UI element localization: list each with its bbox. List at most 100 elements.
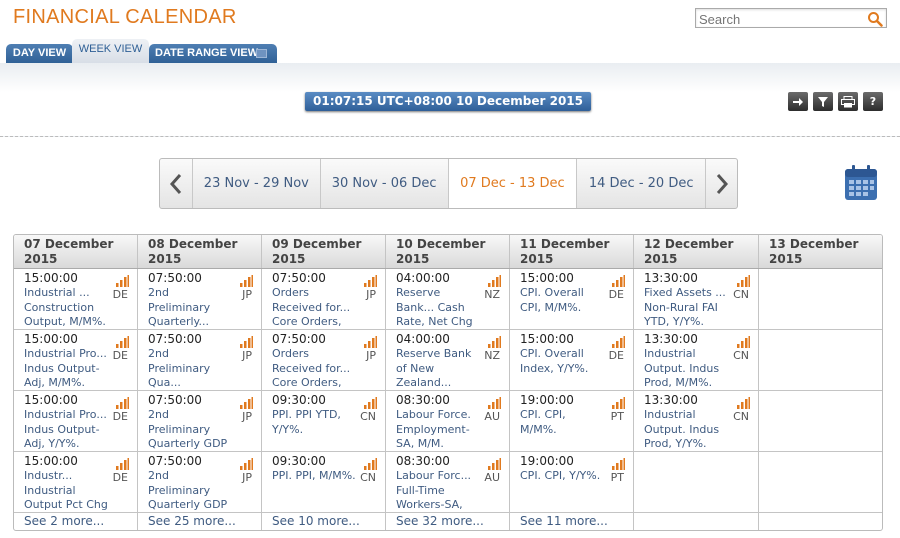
event-cell[interactable]: 13:30:00 CN Industrial Output. Indus Prod,… — [634, 391, 758, 452]
event-title-link[interactable]: CPI. CPI, M/M%. — [520, 408, 625, 437]
event-country: CN — [733, 410, 749, 423]
chevron-right-icon — [716, 173, 728, 194]
event-cell[interactable]: 08:30:00 AU Labour Forc... Full-Time Worke… — [386, 452, 509, 513]
see-more-link[interactable]: See 11 more... — [510, 513, 633, 530]
tab-date-range-view[interactable]: DATE RANGE VIEW — [149, 44, 277, 64]
help-button[interactable]: ? — [863, 92, 883, 111]
event-title-link[interactable]: 2nd Preliminary Quarterly GDP Estimate..… — [148, 408, 253, 451]
next-week-button[interactable] — [705, 159, 737, 208]
importance-icon — [612, 272, 625, 287]
empty-cell — [759, 391, 882, 452]
importance-icon — [116, 272, 129, 287]
event-title-link[interactable]: 2nd Preliminary Qua... Consumption, Q/Q%… — [148, 347, 253, 390]
importance-icon — [488, 455, 501, 470]
event-cell[interactable]: 19:00:00 PT CPI. CPI, M/M%. — [510, 391, 633, 452]
event-country: DE — [112, 349, 128, 362]
event-cell[interactable]: 04:00:00 NZ Reserve Bank... Cash Rate, Net… — [386, 269, 509, 330]
see-more-link[interactable]: See 10 more... — [262, 513, 385, 530]
importance-icon — [612, 333, 625, 348]
importance-icon — [364, 394, 377, 409]
tab-day-view[interactable]: DAY VIEW — [6, 44, 73, 64]
event-title-link[interactable]: Orders Received for... Core Orders, Y/Y%… — [272, 347, 377, 390]
week-option[interactable]: 23 Nov - 29 Nov — [191, 159, 320, 208]
grid-body: 15:00:00 DE Industrial ... Construction Ou… — [14, 269, 882, 530]
event-cell[interactable]: 15:00:00 DE CPI. Overall Index, Y/Y%. — [510, 330, 633, 391]
day-header: 08 December 2015 — [138, 235, 262, 268]
see-more-link[interactable]: See 25 more... — [138, 513, 261, 530]
event-cell[interactable]: 07:50:00 JP Orders Received for... Core Or… — [262, 330, 385, 391]
event-time: 19:00:00 — [520, 393, 574, 407]
event-country: JP — [366, 288, 376, 301]
event-cell[interactable]: 15:00:00 DE Industrial Pro... Indus Output… — [14, 391, 137, 452]
week-option[interactable]: 30 Nov - 06 Dec — [319, 159, 448, 208]
event-country: NZ — [484, 288, 500, 301]
importance-icon — [116, 394, 129, 409]
event-title-link[interactable]: CPI. CPI, Y/Y%. — [520, 469, 625, 484]
previous-week-button[interactable] — [160, 159, 192, 208]
event-country: DE — [608, 288, 624, 301]
chevron-left-icon — [169, 173, 182, 194]
event-cell[interactable]: 09:30:00 CN PPI. PPI, M/M%. — [262, 452, 385, 513]
event-country: AU — [484, 410, 500, 423]
event-cell[interactable]: 04:00:00 NZ Reserve Bank of New Zealand...… — [386, 330, 509, 391]
event-time: 07:50:00 — [272, 332, 326, 346]
week-navigator: 23 Nov - 29 Nov 30 Nov - 06 Dec 07 Dec -… — [159, 158, 738, 209]
day-header: 09 December 2015 — [262, 235, 386, 268]
day-header: 11 December 2015 — [510, 235, 634, 268]
filter-icon — [818, 96, 828, 107]
print-icon — [841, 95, 855, 107]
event-cell[interactable]: 19:00:00 PT CPI. CPI, Y/Y%. — [510, 452, 633, 513]
event-cell[interactable]: 07:50:00 JP2nd Preliminary Quarterly... C… — [138, 269, 261, 330]
event-time: 07:50:00 — [148, 271, 202, 285]
event-cell[interactable]: 07:50:00 JP 2nd Preliminary Quarterly GDP … — [138, 391, 261, 452]
filter-button[interactable] — [813, 92, 833, 111]
see-more-link — [634, 513, 758, 530]
importance-icon — [364, 333, 377, 348]
day-column: 07:50:00 JP Orders Received for... Core Or… — [262, 269, 386, 530]
event-cell[interactable]: 15:00:00 DE Industr... Industrial Output P… — [14, 452, 137, 513]
event-time: 04:00:00 — [396, 271, 450, 285]
event-cell[interactable]: 07:50:00 JP 2nd Preliminary Quarterly GDP … — [138, 452, 261, 513]
week-grid: 07 December 2015 08 December 2015 09 Decem… — [13, 234, 883, 531]
week-option-current[interactable]: 07 Dec - 13 Dec — [447, 159, 577, 208]
export-button[interactable] — [788, 92, 808, 111]
event-cell[interactable]: 07:50:00 JP2nd Preliminary Qua... Consump… — [138, 330, 261, 391]
event-country: AU — [484, 471, 500, 484]
event-cell[interactable]: 07:50:00 JP Orders Received for... Core Or… — [262, 269, 385, 330]
search-box[interactable] — [695, 8, 887, 29]
day-header: 13 December 2015 — [769, 237, 859, 266]
importance-icon — [737, 333, 750, 348]
search-icon[interactable] — [867, 11, 883, 27]
see-more-link[interactable]: See 2 more... — [14, 513, 137, 530]
event-time: 15:00:00 — [24, 454, 78, 468]
empty-cell — [634, 452, 758, 513]
event-cell[interactable]: 15:00:00 DE Industrial ... Construction Ou… — [14, 269, 137, 330]
event-time: 08:30:00 — [396, 454, 450, 468]
see-more-link[interactable]: See 32 more... — [386, 513, 509, 530]
event-time: 15:00:00 — [520, 332, 574, 346]
tab-week-view[interactable]: WEEK VIEW — [72, 39, 149, 64]
event-cell[interactable]: 13:30:00 CN Industrial Output. Indus Prod,… — [634, 330, 758, 391]
event-title-link[interactable]: 2nd Preliminary Quarterly... Capex, Q/Q%… — [148, 286, 253, 329]
event-title-link[interactable]: 2nd Preliminary Quarterly GDP Estimate..… — [148, 469, 253, 512]
week-option[interactable]: 14 Dec - 20 Dec — [576, 159, 705, 208]
event-time: 15:00:00 — [24, 393, 78, 407]
event-cell[interactable]: 09:30:00 CN PPI. PPI YTD, Y/Y%. — [262, 391, 385, 452]
event-time: 15:00:00 — [24, 271, 78, 285]
event-cell[interactable]: 08:30:00 AU Labour Force. Employment-SA, M… — [386, 391, 509, 452]
importance-icon — [240, 272, 253, 287]
event-country: PT — [610, 410, 624, 423]
event-country: DE — [112, 471, 128, 484]
calendar-picker-icon[interactable] — [844, 165, 878, 201]
event-cell[interactable]: 15:00:00 DE CPI. Overall CPI, M/M%. — [510, 269, 633, 330]
importance-icon — [488, 272, 501, 287]
event-time: 07:50:00 — [148, 332, 202, 346]
importance-icon — [737, 394, 750, 409]
event-cell[interactable]: 13:30:00 CN Fixed Assets ... Non-Rural FAI… — [634, 269, 758, 330]
event-cell[interactable]: 15:00:00 DE Industrial Pro... Indus Output… — [14, 330, 137, 391]
search-input[interactable] — [696, 10, 864, 29]
importance-icon — [364, 455, 377, 470]
day-header: 07 December 2015 — [14, 235, 138, 268]
event-title-link[interactable]: Orders Received for... Core Orders, M/M%… — [272, 286, 377, 329]
print-button[interactable] — [838, 92, 858, 111]
